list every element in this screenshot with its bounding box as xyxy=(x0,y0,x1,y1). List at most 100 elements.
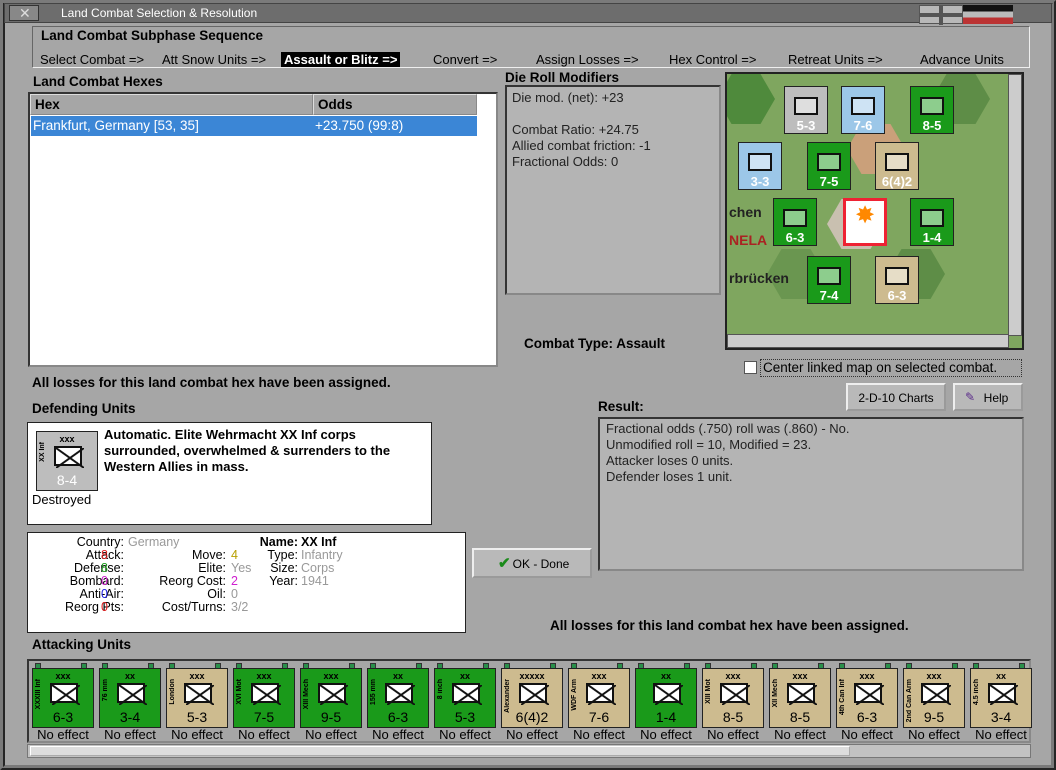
attacking-unit-counter[interactable]: xx 76 mm 3-4 xyxy=(99,668,161,728)
defending-unit-counter[interactable]: xxx XX Inf 8-4 xyxy=(36,431,98,491)
attacking-unit[interactable]: xxx XIII Mech 9-5 No effect xyxy=(299,663,363,742)
unit-size: xx xyxy=(392,671,403,681)
attacking-unit[interactable]: xxx 4th Can Inf 6-3 No effect xyxy=(835,663,899,742)
attacking-unit-counter[interactable]: xxx 2nd Can Arm 9-5 xyxy=(903,668,965,728)
attacking-unit[interactable]: xxx XVI Mot 7-5 No effect xyxy=(232,663,296,742)
unit-effect: No effect xyxy=(707,727,759,742)
attacking-unit[interactable]: xx 155 mm 6-3 No effect xyxy=(366,663,430,742)
attacking-unit[interactable]: xxx XXXIII Inf 6-3 No effect xyxy=(31,663,95,742)
step-assault-or-blitz: Assault or Blitz => xyxy=(281,52,401,67)
attacking-units-strip[interactable]: xxx XXXIII Inf 6-3 No effect xx 76 mm 3-4 No ef… xyxy=(27,659,1033,743)
attacking-unit-counter[interactable]: xxx 4th Can Inf 6-3 xyxy=(836,668,898,728)
combat-hexes-list[interactable]: Hex Odds Frankfurt, Germany [53, 35] +23… xyxy=(28,92,498,367)
unit-symbol-icon xyxy=(720,683,750,705)
attacking-unit-counter[interactable]: xx 8 inch 5-3 xyxy=(434,668,496,728)
unit-name: London xyxy=(169,679,176,705)
map-counter-strength: 7-4 xyxy=(819,288,839,303)
step-hex-control: Hex Control => xyxy=(669,52,757,67)
unit-effect: No effect xyxy=(171,727,223,742)
attacking-unit-counter[interactable]: xx 4.5 inch 3-4 xyxy=(970,668,1032,728)
map-counter[interactable]: 5-3 xyxy=(784,86,828,134)
drm-line xyxy=(512,106,714,122)
map-counter[interactable]: 1-4 xyxy=(910,198,954,246)
unit-strength: 6-3 xyxy=(52,709,74,725)
linked-map[interactable]: 5-3 7-6 8-5 3-3 7-5 6(4)2 6-3 1-4 7-4 6-… xyxy=(725,72,1024,350)
attacking-unit-counter[interactable]: xxx London 5-3 xyxy=(166,668,228,728)
unit-strength: 3-4 xyxy=(119,709,141,725)
map-counter[interactable]: 7-6 xyxy=(841,86,885,134)
map-counter[interactable]: 8-5 xyxy=(910,86,954,134)
attacking-unit-counter[interactable]: xxx XIII Mot 8-5 xyxy=(702,668,764,728)
attacking-unit[interactable]: xx 1-4 No effect xyxy=(634,663,698,742)
step-att-snow-units: Att Snow Units => xyxy=(162,52,267,67)
unit-strength: 8-4 xyxy=(56,472,78,488)
unit-strength: 7-5 xyxy=(253,709,275,725)
attacking-unit-counter[interactable]: xx 155 mm 6-3 xyxy=(367,668,429,728)
step-retreat-units: Retreat Units => xyxy=(788,52,883,67)
map-counter-strength: 8-5 xyxy=(922,118,942,133)
map-counter-strength: 7-5 xyxy=(819,174,839,189)
map-vertical-scrollbar[interactable] xyxy=(1008,74,1022,336)
unit-strength: 6(4)2 xyxy=(515,709,549,725)
attacking-unit-counter[interactable]: xxx XVI Mot 7-5 xyxy=(233,668,295,728)
result-heading: Result: xyxy=(598,399,644,414)
map-counter[interactable]: 7-5 xyxy=(807,142,851,190)
unit-strength: 9-5 xyxy=(320,709,342,725)
attacking-unit[interactable]: xxx XII Mech 8-5 No effect xyxy=(768,663,832,742)
unit-strength: 8-5 xyxy=(722,709,744,725)
system-menu-icon[interactable] xyxy=(9,5,39,22)
unit-strength: 6-3 xyxy=(856,709,878,725)
attacking-unit[interactable]: xx 8 inch 5-3 No effect xyxy=(433,663,497,742)
attacking-unit-counter[interactable]: xx 1-4 xyxy=(635,668,697,728)
unit-name: Alexander xyxy=(504,679,511,713)
attacking-unit[interactable]: xx 76 mm 3-4 No effect xyxy=(98,663,162,742)
map-counter[interactable]: 7-4 xyxy=(807,256,851,304)
unit-name: XIII Mech xyxy=(303,679,310,710)
unit-size: xxx xyxy=(256,671,272,681)
unit-symbol-icon xyxy=(452,683,482,705)
attacking-unit[interactable]: xx 4.5 inch 3-4 No effect xyxy=(969,663,1033,742)
help-button[interactable]: ✎ Help xyxy=(953,383,1023,411)
map-horizontal-scrollbar[interactable] xyxy=(727,334,1009,348)
step-select-combat: Select Combat => xyxy=(40,52,145,67)
column-hex[interactable]: Hex xyxy=(30,94,313,115)
unit-symbol-icon xyxy=(50,683,80,705)
attacking-unit[interactable]: xxx 2nd Can Arm 9-5 No effect xyxy=(902,663,966,742)
attacking-unit[interactable]: xxx London 5-3 No effect xyxy=(165,663,229,742)
attacking-unit[interactable]: xxx XIII Mot 8-5 No effect xyxy=(701,663,765,742)
attacking-unit-counter[interactable]: xxxxx Alexander 6(4)2 xyxy=(501,668,563,728)
unit-size: xxx xyxy=(323,671,339,681)
result-panel: Fractional odds (.750) roll was (.860) -… xyxy=(598,417,1024,571)
center-map-checkbox[interactable] xyxy=(744,361,757,374)
ok-done-button[interactable]: ✔ OK - Done xyxy=(472,548,592,578)
map-counter-strength: 3-3 xyxy=(750,174,770,189)
attacking-unit[interactable]: xxxxx Alexander 6(4)2 No effect xyxy=(500,663,564,742)
column-odds[interactable]: Odds xyxy=(313,94,477,115)
window-title: Land Combat Selection & Resolution xyxy=(61,6,258,20)
attacking-unit-counter[interactable]: xxx WDF Arm 7-6 xyxy=(568,668,630,728)
map-counter[interactable]: 3-3 xyxy=(738,142,782,190)
charts-button[interactable]: 2-D-10 Charts xyxy=(846,383,946,411)
infantry-symbol-icon xyxy=(54,446,84,468)
stat-value: 0 xyxy=(101,600,108,614)
map-counter[interactable]: 6(4)2 xyxy=(875,142,919,190)
checkmark-icon: ✔ xyxy=(498,555,511,572)
attacking-unit[interactable]: xxx WDF Arm 7-6 No effect xyxy=(567,663,631,742)
attacking-unit-counter[interactable]: xxx XIII Mech 9-5 xyxy=(300,668,362,728)
unit-strength: 7-6 xyxy=(588,709,610,725)
unit-effect: No effect xyxy=(372,727,424,742)
center-map-label[interactable]: Center linked map on selected combat. xyxy=(760,359,1022,377)
map-counter[interactable]: 6-3 xyxy=(773,198,817,246)
attacking-unit-counter[interactable]: xxx XII Mech 8-5 xyxy=(769,668,831,728)
attacking-units-scrollbar[interactable] xyxy=(27,744,1031,758)
title-bar: Land Combat Selection & Resolution xyxy=(4,3,1052,25)
row-odds: +23.750 (99:8) xyxy=(315,118,404,133)
step-convert: Convert => xyxy=(433,52,498,67)
map-counter-strength: 1-4 xyxy=(922,230,942,245)
attacking-unit-counter[interactable]: xxx XXXIII Inf 6-3 xyxy=(32,668,94,728)
map-counter[interactable]: 6-3 xyxy=(875,256,919,304)
losses-assigned-message-bottom: All losses for this land combat hex have… xyxy=(550,618,909,633)
stat-value: Germany xyxy=(128,535,180,549)
table-row[interactable]: Frankfurt, Germany [53, 35] +23.750 (99:… xyxy=(31,116,477,136)
scrollbar-thumb[interactable] xyxy=(30,746,850,756)
